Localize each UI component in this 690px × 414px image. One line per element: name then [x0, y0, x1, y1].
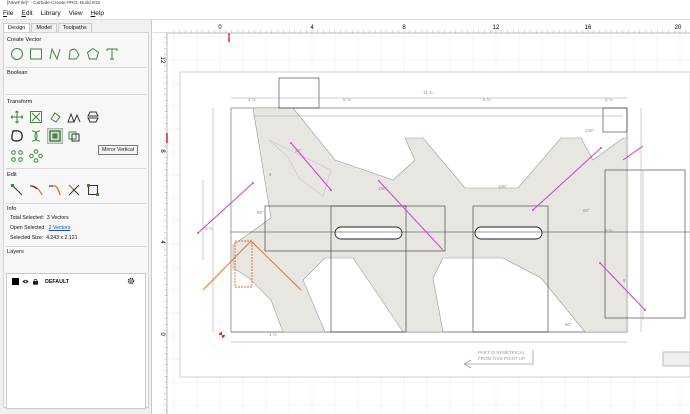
svg-text:60°: 60°	[565, 322, 572, 327]
total-selected-line: Total Selected: 3 Vectors	[10, 215, 69, 221]
offset-icon[interactable]	[9, 128, 25, 144]
title-bar: [NewFile]* - Carbide Create PRO, Build 8…	[0, 0, 690, 8]
tab-design[interactable]: Design	[3, 23, 31, 32]
section-divider	[6, 94, 146, 95]
open-selected-label: Open Selected:	[10, 225, 46, 231]
create-vector-heading: Create Vector	[7, 37, 42, 43]
sidebar-tabs: Design Model Toolpaths	[3, 23, 93, 32]
boolean-heading: Boolean	[7, 70, 28, 76]
section-divider	[6, 203, 146, 204]
align-icon[interactable]	[66, 109, 82, 125]
menu-item-view[interactable]: View	[69, 10, 83, 17]
tab-toolpaths[interactable]: Toolpaths	[57, 23, 92, 32]
circle-icon[interactable]	[9, 46, 25, 62]
svg-text:9 ¾: 9 ¾	[605, 228, 613, 233]
ruler-x-16: 16	[585, 25, 592, 31]
drawing-note: PART IS SYMETRICAL FROM THIS POINT UP	[478, 350, 526, 361]
group-icon[interactable]	[47, 128, 63, 144]
svg-text:11 ¾: 11 ¾	[423, 90, 433, 95]
left-ruler	[153, 33, 167, 414]
ruler-x-20: 20	[675, 25, 682, 31]
rotate-icon[interactable]	[47, 109, 63, 125]
layer-color-swatch[interactable]	[12, 278, 19, 285]
lock-icon[interactable]	[32, 278, 39, 285]
layers-heading: Layers	[7, 249, 24, 255]
layer-name: DEFAULT	[45, 278, 70, 285]
info-heading: Info	[7, 206, 17, 212]
move-icon[interactable]	[9, 109, 25, 125]
section-divider	[6, 67, 146, 68]
svg-text:5 ⅛: 5 ⅛	[483, 97, 491, 102]
open-selected-line: Open Selected: 2 Vectors	[10, 225, 70, 231]
selected-size-label: Selected Size:	[10, 235, 44, 241]
window-title: [NewFile]* - Carbide Create PRO, Build 8…	[7, 1, 101, 6]
scale-icon[interactable]	[28, 109, 44, 125]
menu-item-help[interactable]: Help	[91, 10, 104, 17]
note-line-2: FROM THIS POINT UP	[478, 356, 525, 361]
join-icon[interactable]	[28, 128, 44, 144]
edit-tools	[9, 182, 104, 198]
polyline-icon[interactable]	[66, 46, 82, 62]
edit-heading: Edit	[7, 172, 17, 178]
svg-text:2 ⅛: 2 ⅛	[248, 97, 256, 102]
menu-bar: File Edit Library View Help	[0, 8, 690, 19]
open-selected-link[interactable]: 2 Vectors	[49, 225, 71, 231]
menu-item-library[interactable]: Library	[41, 10, 61, 17]
fillet-icon[interactable]	[47, 182, 63, 198]
tooltip: Mirror Vertical	[98, 145, 138, 155]
circular-array-icon[interactable]	[28, 148, 44, 164]
menu-item-edit[interactable]: Edit	[22, 10, 33, 17]
slot-right	[474, 226, 543, 240]
rectangle-icon[interactable]	[28, 46, 44, 62]
design-canvas[interactable]: 0 4 8 12 16 20 12 8 4 0 11 ¾ 5 ⅛ 5 ⅛ 2 ⅛…	[153, 20, 690, 414]
layer-row[interactable]: DEFAULT	[9, 277, 145, 286]
note-line-1: PART IS SYMETRICAL	[478, 350, 526, 355]
canvas-drawing: 0 4 8 12 16 20 12 8 4 0 11 ¾5 ⅛ 5 ⅛ 2 ⅛ …	[153, 20, 690, 414]
total-selected-label: Total Selected:	[10, 215, 45, 221]
svg-text:130°: 130°	[585, 128, 595, 133]
transform-tools-row-3	[9, 148, 47, 164]
svg-text:60°: 60°	[583, 208, 590, 213]
svg-text:5 ⅛: 5 ⅛	[343, 97, 351, 102]
gear-icon[interactable]	[127, 277, 135, 285]
text-icon[interactable]	[104, 46, 120, 62]
total-selected-value: 3 Vectors	[46, 215, 69, 221]
slot-left	[334, 226, 403, 240]
menu-item-file[interactable]: File	[3, 10, 14, 17]
selected-size-line: Selected Size: 4.243 x 2.121	[10, 235, 78, 241]
layers-list: DEFAULT	[6, 273, 146, 409]
section-divider	[6, 246, 146, 247]
polygon-icon[interactable]	[85, 46, 101, 62]
array-icon[interactable]	[9, 148, 25, 164]
visibility-eye-icon[interactable]	[22, 278, 29, 285]
curve-icon[interactable]	[47, 46, 63, 62]
ruler-y-12: 12	[159, 57, 165, 64]
section-divider	[6, 168, 146, 169]
selected-size-value: 4.243 x 2.121	[46, 235, 78, 241]
ruler-x-12: 12	[493, 25, 500, 31]
trim-icon[interactable]	[28, 182, 44, 198]
reference-logo-fragment	[662, 351, 690, 367]
app-window: [NewFile]* - Carbide Create PRO, Build 8…	[0, 0, 690, 414]
svg-text:105°: 105°	[498, 184, 508, 189]
node-edit-icon[interactable]	[9, 182, 25, 198]
svg-text:2 ⅛: 2 ⅛	[605, 97, 613, 102]
svg-text:1 ⅛: 1 ⅛	[269, 332, 277, 337]
mirror-vertical-icon[interactable]	[85, 109, 101, 125]
transform-heading: Transform	[7, 99, 33, 105]
create-vector-tools	[9, 46, 123, 62]
sidebar: Design Model Toolpaths Create Vector Boo…	[0, 20, 152, 414]
tab-model[interactable]: Model	[31, 23, 57, 32]
ungroup-icon[interactable]	[66, 128, 82, 144]
bounding-box-icon[interactable]	[85, 182, 101, 198]
top-ruler	[153, 20, 690, 33]
transform-tools-row-2	[9, 128, 85, 144]
cut-icon[interactable]	[66, 182, 82, 198]
transform-tools-row-1	[9, 109, 104, 125]
svg-text:60°: 60°	[257, 210, 264, 215]
